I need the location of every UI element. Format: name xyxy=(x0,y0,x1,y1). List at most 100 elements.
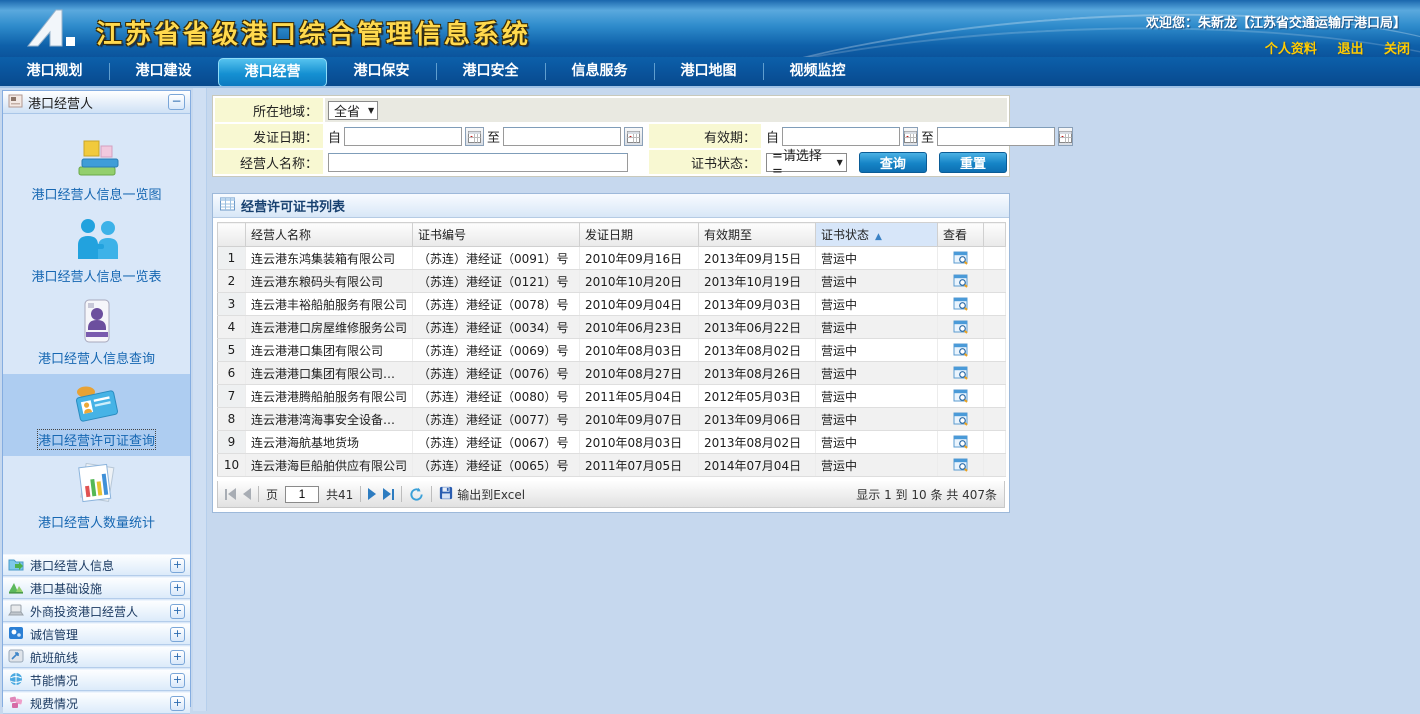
calendar-icon[interactable] xyxy=(624,127,643,146)
expand-section-button[interactable]: + xyxy=(170,604,185,619)
view-detail-icon[interactable] xyxy=(938,385,984,408)
table-row[interactable]: 9 连云港海航基地货场 （苏连）港经证（0067）号 2010年08月03日 2… xyxy=(218,431,1006,454)
sidebar-section-label: 港口基础设施 xyxy=(30,580,164,597)
col-issue-date[interactable]: 发证日期 xyxy=(580,223,699,247)
collapse-panel-button[interactable]: − xyxy=(168,94,185,110)
validity-from-input[interactable] xyxy=(782,127,900,146)
col-valid-until[interactable]: 有效期至 xyxy=(699,223,816,247)
issue-date-to-input[interactable] xyxy=(503,127,621,146)
tab-port-security[interactable]: 港口保安 xyxy=(327,57,436,86)
tab-port-operation[interactable]: 港口经营 xyxy=(218,58,327,87)
pagination-bar: 页 共41 输出到Excel 显示 1 到 10 条 共 407条 xyxy=(217,481,1005,508)
col-operator-name[interactable]: 经营人名称 xyxy=(246,223,413,247)
issue-date-from-input[interactable] xyxy=(344,127,462,146)
sidebar-item-license-query[interactable]: 港口经营许可证查询 xyxy=(3,374,190,456)
cell-cert-status: 营运中 xyxy=(816,339,938,362)
sidebar-section-infrastructure[interactable]: 港口基础设施 + xyxy=(3,577,190,599)
profile-link[interactable]: 个人资料 xyxy=(1265,42,1317,57)
sidebar-item-operator-statistics[interactable]: 港口经营人数量统计 xyxy=(3,456,190,538)
cell-extra xyxy=(984,362,1006,385)
col-row-number xyxy=(218,223,246,247)
validity-to-input[interactable] xyxy=(937,127,1055,146)
expand-section-button[interactable]: + xyxy=(170,673,185,688)
view-detail-icon[interactable] xyxy=(938,270,984,293)
folder-arrow-icon xyxy=(8,557,24,574)
table-row[interactable]: 1 连云港东鸿集装箱有限公司 （苏连）港经证（0091）号 2010年09月16… xyxy=(218,247,1006,270)
sidebar-section-flight-routes[interactable]: 航班航线 + xyxy=(3,646,190,668)
sidebar-section-energy-saving[interactable]: 节能情况 + xyxy=(3,669,190,691)
region-select[interactable]: 全省▼ xyxy=(328,101,378,120)
page-number-input[interactable] xyxy=(285,486,319,503)
table-row[interactable]: 2 连云港东粮码头有限公司 （苏连）港经证（0121）号 2010年10月20日… xyxy=(218,270,1006,293)
cell-valid-until: 2013年08月02日 xyxy=(699,339,816,362)
main-panel: 所在地域： 全省▼ 发证日期： 自 至 有效期： 自 至 xyxy=(212,95,1010,513)
cell-extra xyxy=(984,316,1006,339)
view-detail-icon[interactable] xyxy=(938,247,984,270)
view-detail-icon[interactable] xyxy=(938,454,984,477)
last-page-button[interactable] xyxy=(383,488,394,500)
table-row[interactable]: 7 连云港港腾船舶服务有限公司 （苏连）港经证（0080）号 2011年05月0… xyxy=(218,385,1006,408)
col-view[interactable]: 查看 xyxy=(938,223,984,247)
sidebar-panel-header[interactable]: 港口经营人 − xyxy=(3,91,190,114)
table-row[interactable]: 4 连云港港口房屋维修服务公司 （苏连）港经证（0034）号 2010年06月2… xyxy=(218,316,1006,339)
cell-extra xyxy=(984,270,1006,293)
sidebar-section-label: 港口经营人信息 xyxy=(30,557,164,574)
expand-section-button[interactable]: + xyxy=(170,650,185,665)
expand-section-button[interactable]: + xyxy=(170,558,185,573)
refresh-icon[interactable] xyxy=(409,487,424,502)
cell-cert-number: （苏连）港经证（0076）号 xyxy=(413,362,580,385)
sidebar-section-integrity-mgmt[interactable]: 诚信管理 + xyxy=(3,623,190,645)
table-row[interactable]: 3 连云港丰裕船舶服务有限公司 （苏连）港经证（0078）号 2010年09月0… xyxy=(218,293,1006,316)
laptop-icon xyxy=(8,603,24,620)
tab-port-map[interactable]: 港口地图 xyxy=(654,57,763,86)
tab-port-safety[interactable]: 港口安全 xyxy=(436,57,545,86)
sidebar-section-operator-info[interactable]: 港口经营人信息 + xyxy=(3,554,190,576)
table-row[interactable]: 5 连云港港口集团有限公司 （苏连）港经证（0069）号 2010年08月03日… xyxy=(218,339,1006,362)
sidebar-item-operator-overview-table[interactable]: 港口经营人信息一览表 xyxy=(3,210,190,292)
table-row[interactable]: 8 连云港港湾海事安全设备有限... （苏连）港经证（0077）号 2010年0… xyxy=(218,408,1006,431)
expand-section-button[interactable]: + xyxy=(170,696,185,711)
first-page-button[interactable] xyxy=(225,488,236,500)
calendar-icon[interactable] xyxy=(1058,127,1073,146)
top-links: 个人资料 退出 关闭 xyxy=(1249,38,1410,57)
sidebar-splitter[interactable] xyxy=(193,88,207,711)
view-detail-icon[interactable] xyxy=(938,293,984,316)
people-icon xyxy=(71,217,123,261)
cell-cert-number: （苏连）港经证（0067）号 xyxy=(413,431,580,454)
expand-section-button[interactable]: + xyxy=(170,627,185,642)
issue-date-fields: 自 至 xyxy=(325,124,647,148)
col-cert-status[interactable]: 证书状态▲ xyxy=(816,223,938,247)
next-page-button[interactable] xyxy=(368,488,376,500)
col-cert-number[interactable]: 证书编号 xyxy=(413,223,580,247)
sidebar-item-operator-info-query[interactable]: 港口经营人信息查询 xyxy=(3,292,190,374)
query-button[interactable]: 查询 xyxy=(859,152,927,173)
table-row[interactable]: 10 连云港海巨船舶供应有限公司 （苏连）港经证（0065）号 2011年07月… xyxy=(218,454,1006,477)
view-detail-icon[interactable] xyxy=(938,339,984,362)
view-detail-icon[interactable] xyxy=(938,316,984,339)
sidebar-section-fees[interactable]: 规费情况 + xyxy=(3,692,190,714)
calendar-icon[interactable] xyxy=(465,127,484,146)
view-detail-icon[interactable] xyxy=(938,408,984,431)
prev-page-button[interactable] xyxy=(243,488,251,500)
app-banner: 江苏省省级港口综合管理信息系统 欢迎您：朱新龙【江苏省交通运输厅港口局】 个人资… xyxy=(0,0,1420,57)
chevron-down-icon: ▼ xyxy=(368,106,374,115)
sidebar-section-foreign-investors[interactable]: 外商投资港口经营人 + xyxy=(3,600,190,622)
export-excel-button[interactable]: 输出到Excel xyxy=(439,486,525,503)
calendar-icon[interactable] xyxy=(903,127,918,146)
tab-port-planning[interactable]: 港口规划 xyxy=(0,57,109,86)
table-row[interactable]: 6 连云港港口集团有限公司轮驳... （苏连）港经证（0076）号 2010年0… xyxy=(218,362,1006,385)
expand-section-button[interactable]: + xyxy=(170,581,185,596)
region-field: 全省▼ xyxy=(325,98,1007,122)
tab-video-monitor[interactable]: 视频监控 xyxy=(763,57,872,86)
tab-info-service[interactable]: 信息服务 xyxy=(545,57,654,86)
logout-link[interactable]: 退出 xyxy=(1337,42,1363,57)
tab-port-construction[interactable]: 港口建设 xyxy=(109,57,218,86)
reset-button[interactable]: 重置 xyxy=(939,152,1007,173)
view-detail-icon[interactable] xyxy=(938,431,984,454)
operator-name-input[interactable] xyxy=(328,153,628,172)
chevron-down-icon: ▼ xyxy=(837,158,843,167)
view-detail-icon[interactable] xyxy=(938,362,984,385)
sidebar-item-operator-overview-chart[interactable]: 港口经营人信息一览图 xyxy=(3,128,190,210)
cert-status-select[interactable]: =请选择=▼ xyxy=(766,153,847,172)
close-link[interactable]: 关闭 xyxy=(1384,42,1410,57)
